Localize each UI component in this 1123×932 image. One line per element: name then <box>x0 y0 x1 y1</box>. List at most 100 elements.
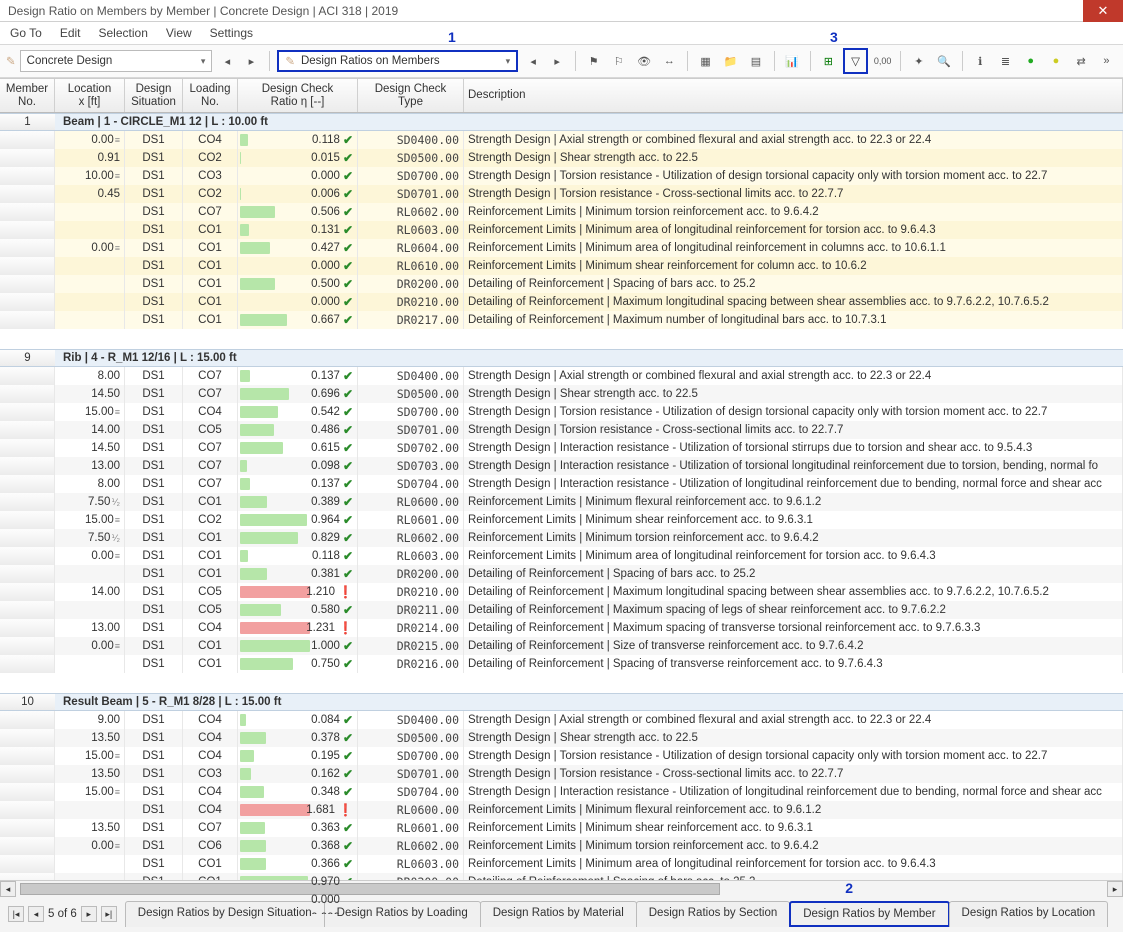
table-row[interactable]: DS1 CO1 0.000✔ DR0210.00 Detailing of Re… <box>0 293 1123 311</box>
cell-ratio: 0.378✔ <box>238 729 358 747</box>
menu-settings[interactable]: Settings <box>210 26 253 40</box>
info-icon[interactable]: ℹ <box>970 50 991 72</box>
tab-design-ratios-by-loading[interactable]: Design Ratios by Loading <box>324 901 481 927</box>
table-row[interactable]: 15.00≡ DS1 CO4 0.195✔ SD0700.00 Strength… <box>0 747 1123 765</box>
search-icon[interactable]: 🔍 <box>933 50 954 72</box>
cell-loading: CO4 <box>183 619 238 637</box>
table-row[interactable]: 13.50 DS1 CO3 0.162✔ SD0701.00 Strength … <box>0 765 1123 783</box>
table-row[interactable]: 7.50⅟₂ DS1 CO1 0.389✔ RL0600.00 Reinforc… <box>0 493 1123 511</box>
table-row[interactable]: 13.50 DS1 CO4 0.378✔ SD0500.00 Strength … <box>0 729 1123 747</box>
pager-first[interactable]: |◂ <box>8 906 24 922</box>
group-header[interactable]: 9Rib | 4 - R_M1 12/16 | L : 15.00 ft <box>0 349 1123 367</box>
folder-icon[interactable]: 📁 <box>720 50 741 72</box>
table-row[interactable]: DS1 CO1 0.500✔ DR0200.00 Detailing of Re… <box>0 275 1123 293</box>
chart-icon[interactable]: 📊 <box>782 50 803 72</box>
table-row[interactable]: 14.50 DS1 CO7 0.615✔ SD0702.00 Strength … <box>0 439 1123 457</box>
table-row[interactable]: 13.00 DS1 CO7 0.098✔ SD0703.00 Strength … <box>0 457 1123 475</box>
pager-next[interactable]: ▸ <box>81 906 97 922</box>
tab-design-ratios-by-member[interactable]: Design Ratios by Member <box>789 901 949 927</box>
table-row[interactable]: 15.00≡ DS1 CO4 0.348✔ SD0704.00 Strength… <box>0 783 1123 801</box>
next-design-button[interactable]: ▸ <box>240 50 262 72</box>
table-row[interactable]: DS1 CO1 0.667✔ DR0217.00 Detailing of Re… <box>0 311 1123 329</box>
wand-icon[interactable]: ✦ <box>908 50 929 72</box>
close-button[interactable]: ✕ <box>1083 0 1123 22</box>
menu-view[interactable]: View <box>166 26 192 40</box>
cell-description: Reinforcement Limits | Minimum area of l… <box>464 221 1123 239</box>
table-row[interactable]: 9.00 DS1 CO4 0.084✔ SD0400.00 Strength D… <box>0 711 1123 729</box>
eye-icon[interactable]: 👁 <box>634 50 655 72</box>
overflow-icon[interactable]: » <box>1096 50 1117 72</box>
table-row[interactable]: DS1 CO7 0.506✔ RL0602.00 Reinforcement L… <box>0 203 1123 221</box>
table-row[interactable]: 15.00≡ DS1 CO4 0.542✔ SD0700.00 Strength… <box>0 403 1123 421</box>
col-type[interactable]: Design CheckType <box>358 79 464 112</box>
design-type-combo[interactable]: Concrete Design ▾ <box>20 50 213 72</box>
stack-icon[interactable]: ≣ <box>995 50 1016 72</box>
col-situation[interactable]: DesignSituation <box>125 79 183 112</box>
table-row[interactable]: 13.50 DS1 CO7 0.363✔ RL0601.00 Reinforce… <box>0 819 1123 837</box>
col-member-no[interactable]: MemberNo. <box>0 79 55 112</box>
tab-design-ratios-by-design-situation[interactable]: Design Ratios by Design Situation <box>125 901 325 927</box>
scroll-thumb[interactable] <box>20 883 720 895</box>
table-row[interactable]: 0.00≡ DS1 CO1 1.000✔ DR0215.00 Detailing… <box>0 637 1123 655</box>
flag2-icon[interactable]: ⚐ <box>608 50 629 72</box>
table-row[interactable]: 14.50 DS1 CO7 0.696✔ SD0500.00 Strength … <box>0 385 1123 403</box>
table-row[interactable]: DS1 CO1 0.366✔ RL0603.00 Reinforcement L… <box>0 855 1123 873</box>
cell-description: Reinforcement Limits | Minimum area of l… <box>464 239 1123 257</box>
table-row[interactable]: 13.00 DS1 CO4 1.231❗ DR0214.00 Detailing… <box>0 619 1123 637</box>
excel-icon[interactable]: ⊞ <box>818 50 839 72</box>
table-row[interactable]: DS1 CO5 0.580✔ DR0211.00 Detailing of Re… <box>0 601 1123 619</box>
group-header[interactable]: 1Beam | 1 - CIRCLE_M1 12 | L : 10.00 ft <box>0 113 1123 131</box>
pager-last[interactable]: ▸| <box>101 906 117 922</box>
table-row[interactable]: 0.91 DS1 CO2 0.015✔ SD0500.00 Strength D… <box>0 149 1123 167</box>
tab-design-ratios-by-location[interactable]: Design Ratios by Location <box>949 901 1109 927</box>
table-row[interactable]: 0.45 DS1 CO2 0.006✔ SD0701.00 Strength D… <box>0 185 1123 203</box>
cell-type: DR0200.00 <box>358 565 464 583</box>
prev-design-button[interactable]: ◂ <box>216 50 238 72</box>
menu-goto[interactable]: Go To <box>10 26 42 40</box>
col-ratio[interactable]: Design CheckRatio η [--] <box>238 79 358 112</box>
table-row[interactable]: 0.00≡ DS1 CO1 0.427✔ RL0604.00 Reinforce… <box>0 239 1123 257</box>
table-icon[interactable]: ▦ <box>695 50 716 72</box>
table-row[interactable]: DS1 CO1 0.750✔ DR0216.00 Detailing of Re… <box>0 655 1123 673</box>
table-row[interactable]: DS1 CO1 0.000✔ RL0610.00 Reinforcement L… <box>0 257 1123 275</box>
table-row[interactable]: DS1 CO1 0.131✔ RL0603.00 Reinforcement L… <box>0 221 1123 239</box>
tab-design-ratios-by-material[interactable]: Design Ratios by Material <box>480 901 637 927</box>
table-row[interactable]: DS1 CO1 0.381✔ DR0200.00 Detailing of Re… <box>0 565 1123 583</box>
pager-prev[interactable]: ◂ <box>28 906 44 922</box>
table-row[interactable]: 8.00 DS1 CO7 0.137✔ SD0704.00 Strength D… <box>0 475 1123 493</box>
scroll-right-icon[interactable]: ▸ <box>1107 881 1123 897</box>
chevron-down-icon: ▾ <box>201 56 206 67</box>
dot-green-icon[interactable]: ● <box>1020 50 1041 72</box>
decimal-icon[interactable]: 0,00 <box>872 50 893 72</box>
prev-view-button[interactable]: ◂ <box>522 50 544 72</box>
table-row[interactable]: 0.00≡ DS1 CO6 0.368✔ RL0602.00 Reinforce… <box>0 837 1123 855</box>
scroll-left-icon[interactable]: ◂ <box>0 881 16 897</box>
table-row[interactable]: 15.00≡ DS1 CO2 0.964✔ RL0601.00 Reinforc… <box>0 511 1123 529</box>
horizontal-scrollbar[interactable]: ◂ ▸ <box>0 881 1123 897</box>
col-location[interactable]: Locationx [ft] <box>55 79 125 112</box>
filter-button[interactable]: ▽ <box>843 48 868 74</box>
swap-icon[interactable]: ⇄ <box>1071 50 1092 72</box>
grid-icon[interactable]: ▤ <box>745 50 766 72</box>
flag-icon[interactable]: ⚑ <box>583 50 604 72</box>
table-row[interactable]: 8.00 DS1 CO7 0.137✔ SD0400.00 Strength D… <box>0 367 1123 385</box>
next-view-button[interactable]: ▸ <box>546 50 568 72</box>
dimension-icon[interactable]: ↔ <box>659 50 680 72</box>
table-row[interactable]: DS1 CO4 1.681❗ RL0600.00 Reinforcement L… <box>0 801 1123 819</box>
tab-design-ratios-by-section[interactable]: Design Ratios by Section <box>636 901 790 927</box>
view-combo[interactable]: ✎ Design Ratios on Members ▾ <box>277 50 518 72</box>
col-loading[interactable]: LoadingNo. <box>183 79 238 112</box>
cell-ratio: 0.015✔ <box>238 149 358 167</box>
table-row[interactable]: 10.00≡ DS1 CO3 0.000✔ SD0700.00 Strength… <box>0 167 1123 185</box>
table-row[interactable]: 14.00 DS1 CO5 0.486✔ SD0701.00 Strength … <box>0 421 1123 439</box>
menu-edit[interactable]: Edit <box>60 26 81 40</box>
table-row[interactable]: 0.00≡ DS1 CO1 0.118✔ RL0603.00 Reinforce… <box>0 547 1123 565</box>
menu-selection[interactable]: Selection <box>99 26 148 40</box>
dot-yellow-icon[interactable]: ● <box>1045 50 1066 72</box>
group-header[interactable]: 10Result Beam | 5 - R_M1 8/28 | L : 15.0… <box>0 693 1123 711</box>
table-row[interactable]: 7.50⅟₂ DS1 CO1 0.829✔ RL0602.00 Reinforc… <box>0 529 1123 547</box>
table-row[interactable]: 0.00≡ DS1 CO4 0.118✔ SD0400.00 Strength … <box>0 131 1123 149</box>
table-row[interactable]: 14.00 DS1 CO5 1.210❗ DR0210.00 Detailing… <box>0 583 1123 601</box>
col-description[interactable]: Description <box>464 79 1123 112</box>
cell-loading: CO2 <box>183 149 238 167</box>
